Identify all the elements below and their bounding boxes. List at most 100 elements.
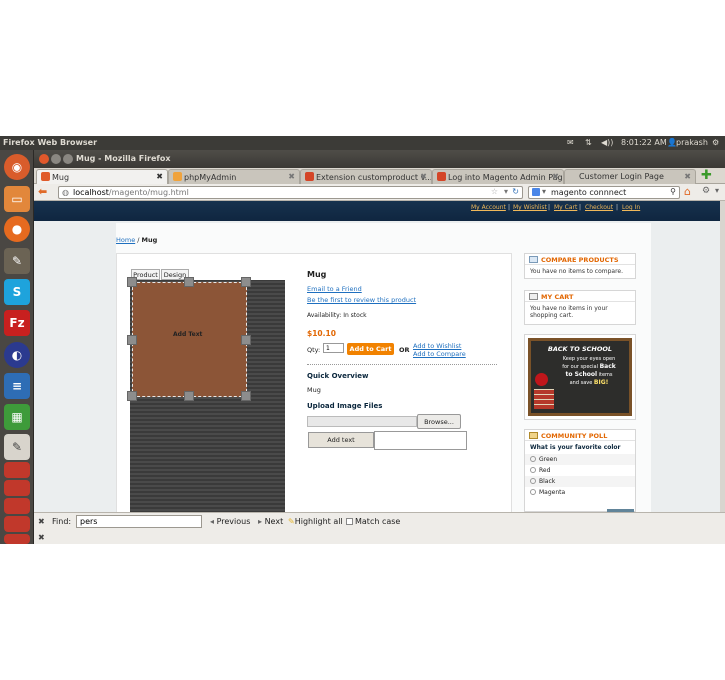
browse-button[interactable]: Browse...	[417, 414, 461, 429]
qty-label: Qty:	[307, 346, 321, 354]
tab-customer-login[interactable]: Customer Login Page ✖	[564, 169, 696, 184]
email-friend-link[interactable]: Email to a Friend	[307, 285, 362, 293]
settings-gear-icon[interactable]: ⚙	[712, 138, 719, 147]
bookmark-star-icon[interactable]: ☆	[491, 187, 498, 196]
highlight-all-button[interactable]: ✎Highlight all	[288, 517, 343, 526]
text-editor-icon[interactable]: ✎	[4, 434, 30, 460]
page-scrollbar[interactable]	[720, 201, 725, 512]
file-path-field[interactable]	[307, 416, 417, 427]
poll-option[interactable]: Red	[525, 465, 635, 476]
poll-option[interactable]: Black	[525, 476, 635, 487]
dropdown-arrow-icon[interactable]: ▾	[504, 187, 508, 196]
filezilla-icon[interactable]: Fz	[4, 310, 30, 336]
add-to-cart-button[interactable]: Add to Cart	[347, 343, 394, 355]
resize-handle-right[interactable]	[241, 335, 251, 345]
close-window-button[interactable]	[39, 154, 49, 164]
close-tab-icon[interactable]: ✖	[156, 172, 163, 181]
stacked-app-icon-4[interactable]	[4, 516, 30, 532]
poll-option[interactable]: Magenta	[525, 487, 635, 498]
user-name[interactable]: prakash	[676, 138, 708, 147]
stacked-app-icon-1[interactable]	[4, 462, 30, 478]
close-find-bar-icon[interactable]: ✖	[38, 517, 45, 526]
find-next-button[interactable]: ▸ Next	[258, 517, 283, 526]
globe-icon: ◍	[62, 188, 69, 197]
resize-handle-top[interactable]	[184, 277, 194, 287]
add-to-wishlist-link[interactable]: Add to Wishlist	[413, 342, 461, 350]
match-case-checkbox[interactable]: Match case	[346, 517, 400, 526]
ubuntu-home-icon[interactable]: ◉	[4, 154, 30, 180]
addon-icon[interactable]: ⚙	[702, 186, 710, 196]
compare-empty-text: You have no items to compare.	[530, 268, 624, 275]
availability: Availability: In stock	[307, 312, 367, 319]
volume-icon[interactable]: ◀))	[601, 138, 613, 147]
resize-handle-bottom-left[interactable]	[127, 391, 137, 401]
radio-button[interactable]	[530, 489, 536, 495]
radio-button[interactable]	[530, 478, 536, 484]
find-previous-button[interactable]: ◂ Previous	[210, 517, 250, 526]
reload-icon[interactable]: ↻	[512, 187, 519, 196]
stacked-app-icon-3[interactable]	[4, 498, 30, 514]
search-icon[interactable]: ⚲	[670, 187, 676, 196]
calc-icon[interactable]: ▦	[4, 404, 30, 430]
radio-button[interactable]	[530, 467, 536, 473]
resize-handle-bottom-right[interactable]	[241, 391, 251, 401]
back-arrow-icon[interactable]: ⬅	[38, 185, 47, 198]
back-to-school-banner[interactable]: BACK TO SCHOOL Keep your eyes open for o…	[524, 334, 636, 420]
highlighter-icon: ✎	[288, 517, 295, 526]
poll-option[interactable]: Green	[525, 454, 635, 465]
network-icon[interactable]: ⇅	[585, 138, 592, 147]
mug-design-canvas[interactable]: Add Text	[127, 277, 285, 512]
minimize-window-button[interactable]	[51, 154, 61, 164]
tab-phpmyadmin[interactable]: phpMyAdmin ✖	[168, 169, 300, 184]
my-wishlist-link[interactable]: My Wishlist	[513, 204, 547, 211]
close-tab-icon[interactable]: ✖	[288, 172, 295, 181]
checkout-link[interactable]: Checkout	[585, 204, 613, 211]
add-to-compare-link[interactable]: Add to Compare	[413, 350, 466, 358]
url-bar[interactable]: ◍ localhost/magento/mug.html ☆ ▾ ↻	[58, 186, 523, 199]
my-cart-link[interactable]: My Cart	[554, 204, 577, 211]
home-icon[interactable]: ⌂	[684, 185, 691, 198]
skype-icon[interactable]: S	[4, 279, 30, 305]
text-layer[interactable]: Add Text	[132, 282, 247, 397]
files-icon[interactable]: ▭	[4, 186, 30, 212]
resize-handle-top-right[interactable]	[241, 277, 251, 287]
review-link[interactable]: Be the first to review this product	[307, 296, 416, 304]
resize-handle-top-left[interactable]	[127, 277, 137, 287]
add-text-input[interactable]	[374, 431, 467, 450]
my-account-link[interactable]: My Account	[471, 204, 506, 211]
overflow-icon[interactable]: ▾	[715, 186, 719, 195]
short-description: Mug	[307, 386, 321, 394]
mail-icon[interactable]: ✉	[567, 138, 574, 147]
google-icon[interactable]	[532, 188, 540, 196]
stacked-app-icon-5[interactable]	[4, 534, 30, 544]
close-addon-bar-icon[interactable]: ✖	[38, 533, 45, 542]
tab-admin-login[interactable]: Log into Magento Admin Page ✖	[432, 169, 564, 184]
eclipse-icon[interactable]: ◐	[4, 342, 30, 368]
stacked-app-icon-2[interactable]	[4, 480, 30, 496]
tab-extension[interactable]: Extension customproduct v... ✖	[300, 169, 432, 184]
resize-handle-left[interactable]	[127, 335, 137, 345]
search-bar[interactable]: ▾ magento connnect ⚲	[528, 186, 680, 199]
tab-mug[interactable]: Mug ✖	[36, 169, 168, 184]
qty-input[interactable]	[323, 343, 344, 353]
checkbox-icon[interactable]	[346, 518, 353, 525]
compare-icon	[529, 256, 538, 263]
close-tab-icon[interactable]: ✖	[420, 172, 427, 181]
log-in-link[interactable]: Log In	[622, 204, 640, 211]
add-text-button[interactable]: Add text	[308, 432, 374, 448]
maximize-window-button[interactable]	[63, 154, 73, 164]
close-tab-icon[interactable]: ✖	[684, 172, 691, 181]
engine-dropdown-icon[interactable]: ▾	[542, 187, 546, 196]
radio-button[interactable]	[530, 456, 536, 462]
clock[interactable]: 8:01:22 AM	[621, 138, 667, 147]
resize-handle-bottom[interactable]	[184, 391, 194, 401]
writer-icon[interactable]: ≡	[4, 373, 30, 399]
gimp-icon[interactable]: ✎	[4, 248, 30, 274]
close-tab-icon[interactable]: ✖	[552, 172, 559, 181]
magento-favicon-icon	[437, 172, 446, 181]
new-tab-icon[interactable]: ✚	[701, 168, 712, 183]
find-input[interactable]	[76, 515, 202, 528]
product-name: Mug	[307, 270, 327, 279]
firefox-icon[interactable]: ●	[4, 216, 30, 242]
breadcrumb-home[interactable]: Home	[116, 236, 135, 244]
